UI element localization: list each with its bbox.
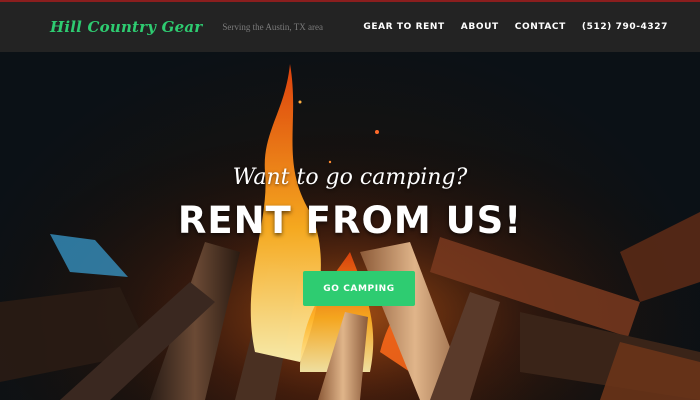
brand-tagline: Serving the Austin, TX area xyxy=(222,22,323,32)
go-camping-button[interactable]: GO CAMPING xyxy=(303,271,415,306)
brand-logo-link[interactable]: Hill Country Gear xyxy=(50,18,202,36)
hero-section: Want to go camping? RENT FROM US! GO CAM… xyxy=(0,52,700,400)
nav-link-contact[interactable]: CONTACT xyxy=(515,22,566,32)
hero-content: Want to go camping? RENT FROM US! GO CAM… xyxy=(0,52,700,400)
nav-menu: GEAR TO RENT ABOUT CONTACT (512) 790-432… xyxy=(363,22,668,32)
nav-link-gear-to-rent[interactable]: GEAR TO RENT xyxy=(363,22,444,32)
hero-title: RENT FROM US! xyxy=(177,199,523,242)
top-navbar: Hill Country Gear Serving the Austin, TX… xyxy=(0,0,700,52)
nav-link-phone[interactable]: (512) 790-4327 xyxy=(582,22,668,32)
nav-link-about[interactable]: ABOUT xyxy=(461,22,499,32)
hero-subtitle: Want to go camping? xyxy=(232,165,468,190)
